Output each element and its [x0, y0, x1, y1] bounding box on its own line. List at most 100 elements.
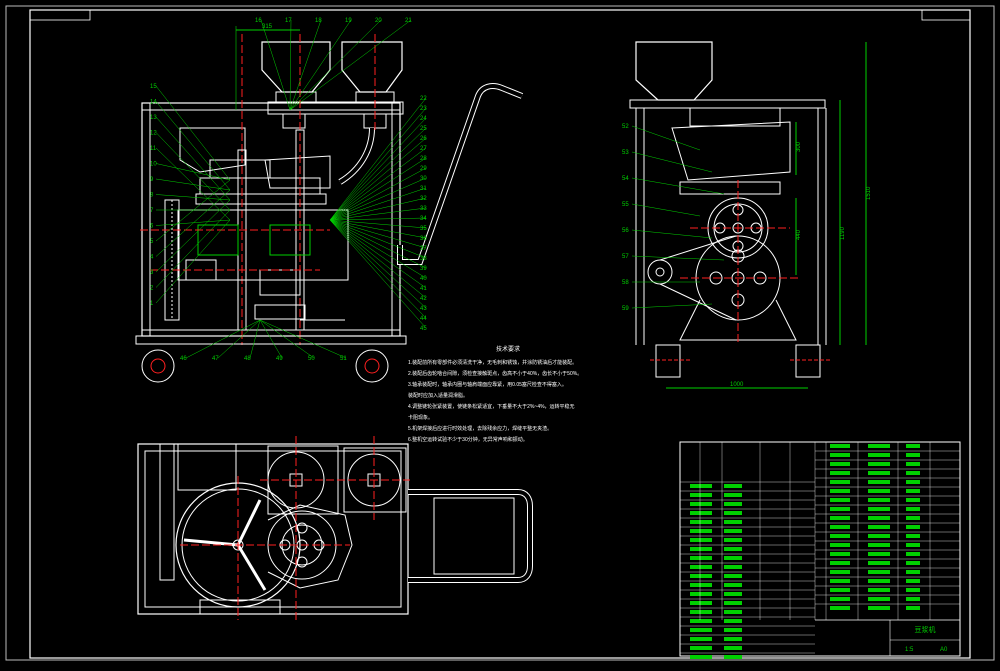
- note-line: 1.装配前所有零部件必须清洗干净，无毛刺和锈蚀，并涂防锈油后才能装配。: [408, 360, 578, 366]
- bom-cell-text: [906, 543, 920, 547]
- bom-cell-text: [868, 597, 890, 601]
- part-balloon: 4: [150, 255, 154, 261]
- leader-line: [329, 219, 427, 259]
- leader-line: [289, 19, 382, 111]
- bom-cell-text: [690, 619, 712, 623]
- bom-cell-text: [868, 462, 890, 466]
- part-balloon: 27: [420, 146, 427, 152]
- leader-line: [155, 101, 231, 191]
- bom-cell-text: [690, 628, 712, 632]
- part-balloon: 47: [212, 356, 219, 362]
- bom-cell-text: [830, 561, 850, 565]
- leader-line: [329, 219, 427, 239]
- top-view: [137, 436, 533, 620]
- bom-cell-text: [830, 480, 850, 484]
- bom-cell-text: [906, 525, 920, 529]
- bom-cell-text: [690, 646, 712, 650]
- note-line: 3.轴承装配时，轴承内圈与轴肩端面应靠紧，用0.05塞尺检查不得塞入。: [408, 382, 567, 388]
- bom-cell-text: [906, 516, 920, 520]
- dim-overall-height: 1510: [866, 186, 872, 200]
- part-balloon: 7: [150, 208, 154, 214]
- bom-cell-text: [906, 498, 920, 502]
- bom-cell-text: [724, 583, 742, 587]
- leader-line: [259, 319, 283, 359]
- bom-cell-text: [830, 534, 850, 538]
- part-balloon: 45: [420, 326, 427, 332]
- title-block-bom-table: 豆浆机 1:5 A0: [679, 441, 961, 659]
- bom-cell-text: [868, 444, 890, 448]
- leader-line: [217, 319, 261, 359]
- part-balloon: 13: [150, 115, 157, 121]
- bom-cell-text: [830, 552, 850, 556]
- leader-line: [631, 203, 701, 217]
- bom-cell-text: [690, 556, 712, 560]
- bom-cell-text: [830, 498, 850, 502]
- drawing-canvas: 315 15141312111098765432116 17 18 19 20 21222…: [5, 5, 995, 661]
- bom-cell-text: [906, 489, 920, 493]
- note-line: 5.机架焊接后应进行时效处理，去除残余应力，焊缝平整无夹渣。: [408, 426, 553, 432]
- leader-line: [155, 132, 231, 211]
- bom-cell-text: [830, 453, 850, 457]
- bom-cell-text: [724, 565, 742, 569]
- bom-cell-text: [830, 543, 850, 547]
- bom-cell-text: [868, 471, 890, 475]
- bom-cell-text: [906, 453, 920, 457]
- dim-h2: 300: [796, 141, 802, 152]
- part-balloon: 20: [375, 18, 382, 24]
- leader-line: [329, 219, 427, 289]
- part-balloon: 58: [622, 280, 629, 286]
- bom-cell-text: [830, 471, 850, 475]
- bom-cell-text: [868, 579, 890, 583]
- part-balloon: 24: [420, 116, 427, 122]
- part-balloon: 10: [150, 162, 157, 168]
- dim-body-height: 1190: [840, 226, 846, 240]
- bom-cell-text: [868, 570, 890, 574]
- bom-cell-text: [868, 507, 890, 511]
- front-view: 3 15: [135, 24, 524, 383]
- bom-cell-text: [868, 543, 890, 547]
- bom-cell-text: [724, 628, 742, 632]
- bom-cell-text: [868, 561, 890, 565]
- bom-cell-text: [724, 655, 742, 659]
- bom-cell-text: [690, 637, 712, 641]
- dim-top-width: 315: [262, 24, 273, 30]
- part-balloon: 9: [150, 177, 154, 183]
- corner-tag-box: [29, 9, 91, 21]
- bom-cell-text: [690, 511, 712, 515]
- bom-cell-text: [830, 588, 850, 592]
- part-balloon: 49: [276, 356, 283, 362]
- bom-cell-text: [868, 453, 890, 457]
- part-balloon: 15: [150, 84, 157, 90]
- bom-cell-text: [724, 502, 742, 506]
- leader-line: [185, 319, 261, 359]
- bom-cell-text: [906, 561, 920, 565]
- bom-cell-text: [690, 502, 712, 506]
- bom-cell-text: [690, 583, 712, 587]
- part-balloon: 3: [150, 270, 154, 276]
- corner-tag-box-right: [921, 9, 971, 21]
- part-balloon: 55: [622, 202, 629, 208]
- leader-line: [631, 125, 701, 151]
- bom-cell-text: [830, 570, 850, 574]
- note-line: 2.装配后齿轮啮合间隙，须检查接触斑点，齿高不小于40%，齿长不小于50%。: [408, 371, 583, 377]
- bom-cell-text: [906, 597, 920, 601]
- bom-cell-text: [830, 579, 850, 583]
- bom-cell-text: [690, 565, 712, 569]
- leader-line: [329, 117, 427, 221]
- note-line: 卡阻现象。: [408, 415, 434, 421]
- part-balloon: 41: [420, 286, 427, 292]
- bom-cell-text: [830, 507, 850, 511]
- bom-cell-text: [868, 480, 890, 484]
- part-balloon: 50: [308, 356, 315, 362]
- drawing-scale: 1:5: [905, 647, 914, 653]
- bom-cell-text: [724, 547, 742, 551]
- leader-line: [259, 319, 315, 359]
- note-line: 6.整机空运转试验不少于30分钟，无异常声响和振动。: [408, 437, 528, 443]
- bom-cell-text: [724, 637, 742, 641]
- note-line: 装配时应加入适量润滑脂。: [408, 393, 469, 399]
- bom-cell-text: [690, 592, 712, 596]
- part-balloon: 46: [180, 356, 187, 362]
- bom-cell-text: [724, 556, 742, 560]
- bom-cell-text: [868, 534, 890, 538]
- note-line: 4.调整链轮张紧装置，使链条松紧适宜，下垂量不大于2%~4%，运转平稳无: [408, 404, 575, 410]
